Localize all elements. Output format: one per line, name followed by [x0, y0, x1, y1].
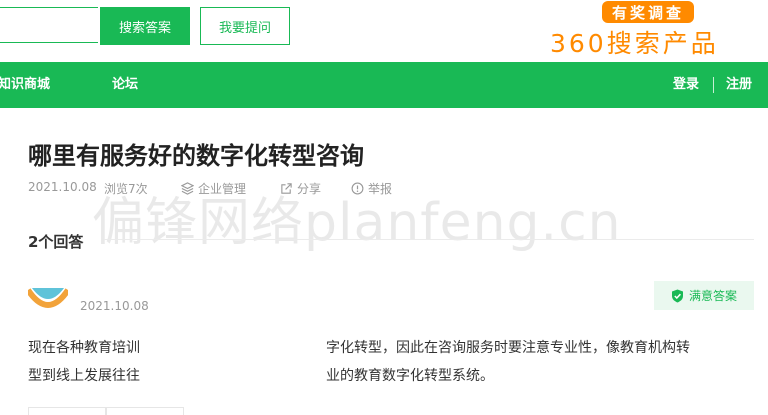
nav-bar: 知识商城 论坛 登录 注册 — [0, 62, 768, 108]
answer-date: 2021.10.08 — [80, 299, 149, 313]
answer-text-line1-end: 字化转型，因此在咨询服务时要注意专业性，像教育机构转 — [326, 340, 690, 356]
best-answer-label: 满意答案 — [688, 289, 737, 303]
register-link[interactable]: 注册 — [726, 62, 752, 108]
best-answer-badge: 满意答案 — [654, 281, 754, 310]
answer-text-line2-start: 型到线上发展往往 — [28, 368, 140, 384]
top-bar: 搜索答案 我要提问 有奖调查 360搜索产品 — [0, 0, 768, 62]
action-button[interactable] — [28, 407, 106, 415]
avatar[interactable] — [28, 288, 68, 312]
search-button[interactable]: 搜索答案 — [100, 7, 190, 45]
nav-item-knowledge-mall[interactable]: 知识商城 — [0, 62, 50, 108]
search-input[interactable] — [0, 7, 98, 43]
brand-name: 360搜索产品 — [550, 29, 719, 58]
login-link[interactable]: 登录 — [673, 62, 699, 108]
survey-badge[interactable]: 有奖调查 — [602, 1, 694, 23]
avatar-image — [28, 288, 68, 308]
brand-logo[interactable]: 有奖调查 360搜索产品 — [546, 0, 756, 60]
answer-text-line2-end: 业的教育数字化转型系统。 — [326, 368, 494, 384]
question-title: 哪里有服务好的数字化转型咨询 — [28, 142, 364, 170]
answers-count: 2个回答 — [28, 233, 84, 251]
ask-question-button[interactable]: 我要提问 — [200, 7, 290, 45]
action-button[interactable] — [106, 407, 184, 415]
watermark: 偏锋网络planfeng.cn — [92, 193, 622, 253]
nav-divider — [713, 77, 714, 93]
shield-check-icon — [671, 289, 683, 302]
nav-item-forum[interactable]: 论坛 — [112, 62, 138, 108]
answer-text-line1-start: 现在各种教育培训 — [28, 340, 140, 356]
question-date: 2021.10.08 — [28, 180, 97, 194]
divider — [104, 239, 754, 240]
